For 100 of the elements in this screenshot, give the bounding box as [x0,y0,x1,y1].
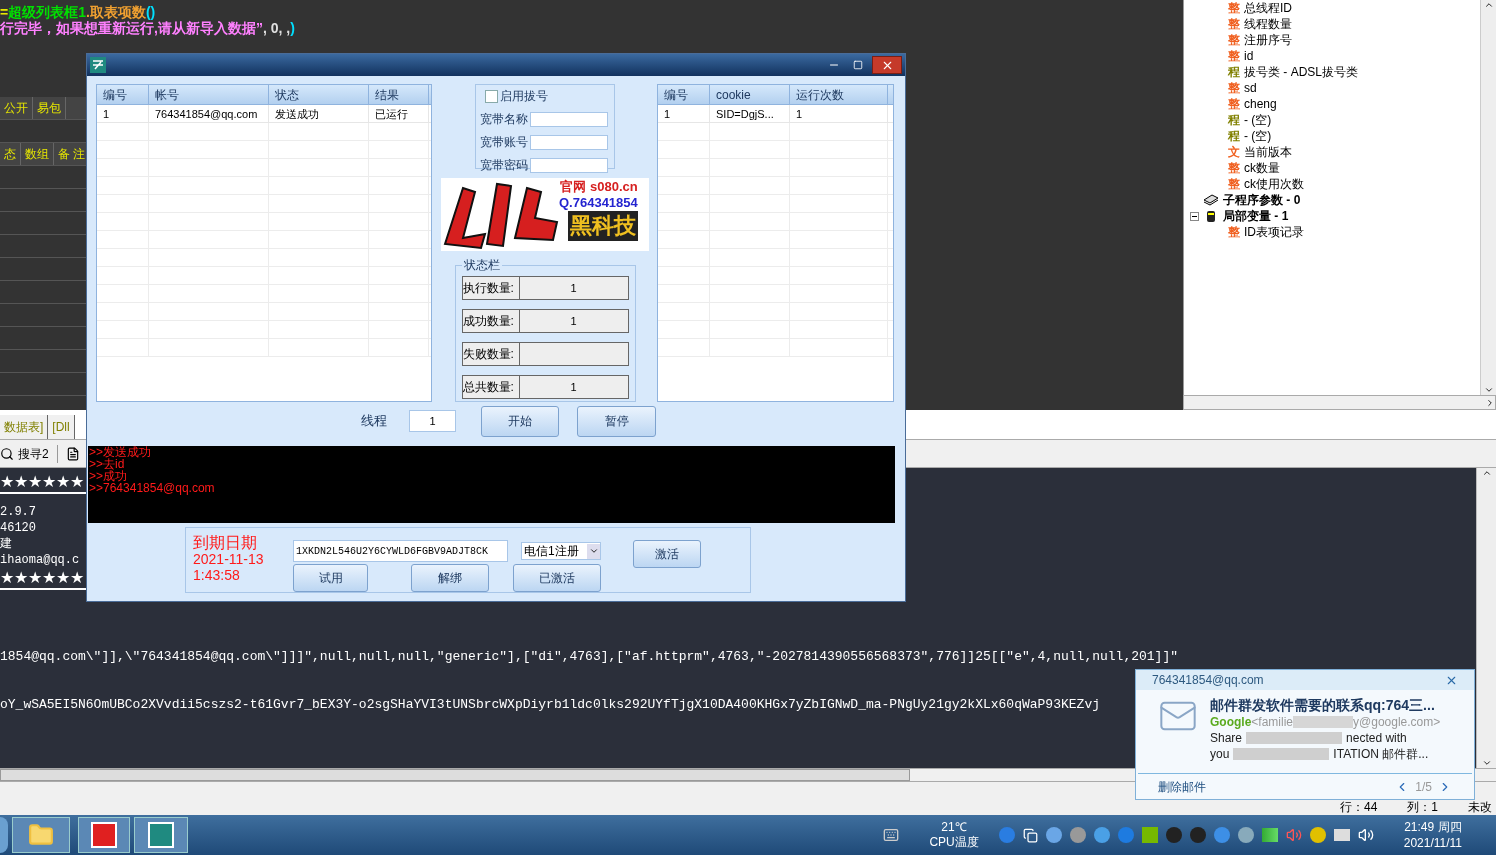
column-header[interactable]: 状态 [269,85,369,104]
action-button[interactable]: 试用 [293,564,368,592]
counter-value: 1 [519,376,628,398]
taskbar-button[interactable] [78,817,130,853]
scroll-down-icon[interactable] [1481,758,1492,768]
type-label: 整 [1228,50,1240,62]
windows-icon[interactable] [1022,827,1038,843]
document-icon[interactable] [65,446,80,461]
column-header[interactable]: 运行次数 [790,85,888,104]
maximize-icon [853,60,863,70]
code-text: ) [290,20,295,36]
checkbox[interactable] [485,89,498,103]
action-button[interactable]: 解绑 [411,564,489,592]
tray-app-icon[interactable] [1141,827,1158,843]
close-button[interactable] [872,56,902,74]
sender-address: y@google.com> [1353,714,1441,730]
tree-item[interactable]: - (空) [1244,114,1272,126]
counter-label: 执行数量: [462,277,520,299]
action-button[interactable]: 激活 [633,540,701,568]
tree-group[interactable]: 局部变量 - 1 [1223,207,1289,225]
mail-subject: 邮件群发软件需要的联系qq:764三... [1210,696,1436,714]
tree-item[interactable]: ck数量 [1244,162,1280,174]
type-label: 整 [1228,34,1240,46]
scroll-up-icon[interactable] [1481,468,1492,478]
type-label: 整 [1228,162,1240,174]
type-label: 程 [1228,130,1240,142]
tree-item[interactable]: - (空) [1244,130,1272,142]
expiry-date: 2021-11-13 [193,551,265,567]
delete-mail-link[interactable]: 删除邮件 [1158,777,1396,796]
tree-item[interactable]: 总线程ID [1244,2,1292,14]
input-field[interactable] [530,157,608,173]
action-button[interactable]: 开始 [481,405,559,437]
tray-app-icon[interactable] [1309,827,1326,843]
table-cell: 764341854@qq.com [149,105,269,122]
tree-item[interactable]: 注册序号 [1244,34,1292,46]
output-line: 1854@qq.com\"]],\"764341854@qq.com\"]]]",null,null,null,"generic"],["di",4763],["af.httprm",4763,"-2027814390556568373",776]]25[["e",4,null,null,201]]" [0,650,1178,664]
table-cell: 发送成功 [269,105,369,122]
type-label: 程 [1228,66,1240,78]
tree-item[interactable]: 线程数量 [1244,18,1292,30]
tree-item[interactable]: sd [1244,82,1257,94]
scroll-up-icon[interactable] [1483,0,1494,10]
license-key-field[interactable]: 1XKDN2L546U2Y6CYWLD6FGBV9ADJT8CK [293,540,508,562]
column-header[interactable]: 编号 [658,85,710,104]
keyboard-icon[interactable] [883,827,900,843]
counter-value: 1 [519,277,628,299]
action-button[interactable]: 已激活 [513,564,601,592]
scroll-right-icon[interactable] [1485,397,1495,408]
search-icon[interactable] [0,446,14,461]
tree-item[interactable]: ID表项记录 [1244,226,1304,238]
tree-item[interactable]: 拔号类 - ADSL拔号类 [1244,66,1358,78]
search-tab[interactable]: 搜寻2 [18,444,49,463]
tray-app-icon[interactable] [1069,827,1086,843]
tray-app-icon[interactable] [1165,827,1182,843]
status-text: 列：1 [1407,801,1438,814]
tree-item[interactable]: ck使用次数 [1244,178,1304,190]
code-text: 行完毕，如果想重新运行,请从新导入数据” [0,20,263,36]
column-header[interactable]: cookie [710,85,790,104]
taskbar-button[interactable] [134,817,188,853]
column-header[interactable]: 结果 [369,85,429,104]
scrollbar[interactable] [1480,0,1496,395]
speaker-icon[interactable] [1285,827,1302,843]
tree-group[interactable]: 子程序参数 - 0 [1223,191,1301,209]
scroll-down-icon[interactable] [1483,385,1494,395]
tray-app-icon[interactable] [1093,827,1110,843]
field-label: 宽带账号 [480,134,528,151]
tray-app-icon[interactable] [1045,827,1062,843]
checkbox-label[interactable]: 启用拔号 [500,87,548,105]
stack-icon [1203,194,1219,206]
tray-app-icon[interactable] [1237,827,1254,843]
column-header[interactable]: 编号 [97,85,149,104]
counter-label: 成功数量: [462,310,520,332]
volume-icon[interactable] [1357,827,1374,843]
line-dropdown[interactable]: 电信1注册 [521,542,601,560]
cpu-temperature-label: CPU温度 [929,835,979,850]
output-text: 建 [0,536,12,552]
taskbar-button[interactable] [12,817,70,853]
output-text: 2.9.7 [0,504,36,520]
tree-item[interactable]: cheng [1244,98,1277,110]
scrollbar[interactable] [1476,468,1496,768]
tray-app-icon[interactable] [1213,827,1230,843]
collapse-icon[interactable] [1190,211,1199,221]
document-tab[interactable]: [Dll [48,415,75,439]
status-text: 行：44 [1339,801,1378,814]
input-field[interactable] [530,134,608,150]
tree-item[interactable]: id [1244,50,1254,62]
action-button[interactable]: 暂停 [577,405,656,437]
tree-item[interactable]: 当前版本 [1244,146,1292,158]
document-tab[interactable]: 数据表] [0,415,49,439]
logo-slogan: 黑科技 [567,211,638,241]
status-text: 未改 [1468,801,1492,814]
app-icon [148,822,174,848]
tray-app-icon[interactable] [1189,827,1206,843]
start-button[interactable] [0,817,8,853]
logo-qq: Q.764341854 [559,195,638,211]
scrollbar[interactable] [1183,395,1496,410]
input-field[interactable] [530,111,608,127]
type-label: 整 [1228,18,1240,30]
column-header[interactable]: 帐号 [149,85,269,104]
type-label: 文 [1228,146,1240,158]
threads-field[interactable]: 1 [409,410,456,432]
